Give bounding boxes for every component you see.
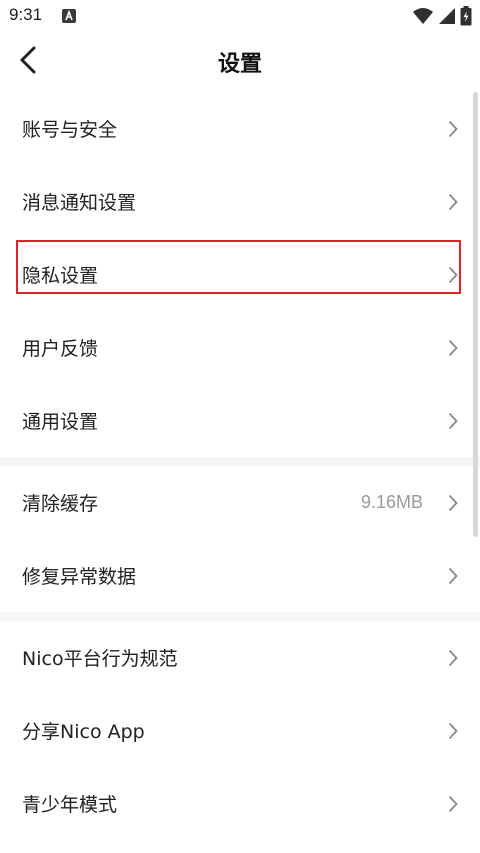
row-label: 隐私设置 [22,265,99,287]
row-general-settings[interactable]: 通用设置 [0,384,480,457]
row-label: 通用设置 [22,411,99,433]
section-divider [0,457,480,466]
cell-signal-icon [438,7,456,25]
chevron-right-icon [448,266,458,284]
top-bar: 设置 [0,32,480,92]
chevron-right-icon [448,412,458,430]
row-label: 修复异常数据 [22,566,137,588]
row-repair-data[interactable]: 修复异常数据 [0,539,480,612]
row-label: 清除缓存 [22,493,99,515]
status-icons [412,6,472,26]
row-label: 用户反馈 [22,338,99,360]
battery-charging-icon [460,6,472,26]
row-label: Nico平台行为规范 [22,648,178,670]
chevron-right-icon [448,339,458,357]
chevron-right-icon [448,494,458,512]
chevron-right-icon [448,795,458,813]
page-title: 设置 [217,52,262,77]
row-teen-mode[interactable]: 青少年模式 [0,767,480,840]
row-notification-settings[interactable]: 消息通知设置 [0,165,480,238]
chevron-right-icon [448,722,458,740]
chevron-right-icon [448,567,458,585]
wifi-icon [412,7,434,25]
row-account-security[interactable]: 账号与安全 [0,92,480,165]
scrollbar[interactable] [473,92,478,537]
row-clear-cache[interactable]: 清除缓存 9.16MB [0,466,480,539]
chevron-right-icon [448,120,458,138]
row-privacy-settings[interactable]: 隐私设置 [0,238,480,311]
settings-list: 账号与安全 消息通知设置 隐私设置 用户反馈 通用设置 清除缓存 9.16MB … [0,92,480,840]
chevron-right-icon [448,193,458,211]
row-label: 青少年模式 [22,794,118,816]
row-label: 消息通知设置 [22,192,137,214]
app-notification-icon [62,9,76,23]
cache-size-value: 9.16MB [360,492,423,512]
settings-screen: 9:31 设置 账号与安全 消息通知设置 隐私设置 用户反馈 通用设置 清除缓存… [0,0,480,853]
row-label: 分享Nico App [22,721,145,743]
chevron-right-icon [448,649,458,667]
row-label: 账号与安全 [22,119,118,141]
row-share-app[interactable]: 分享Nico App [0,694,480,767]
status-bar: 9:31 [0,0,480,32]
row-platform-rules[interactable]: Nico平台行为规范 [0,621,480,694]
row-user-feedback[interactable]: 用户反馈 [0,311,480,384]
section-divider [0,612,480,621]
status-time: 9:31 [9,5,43,24]
